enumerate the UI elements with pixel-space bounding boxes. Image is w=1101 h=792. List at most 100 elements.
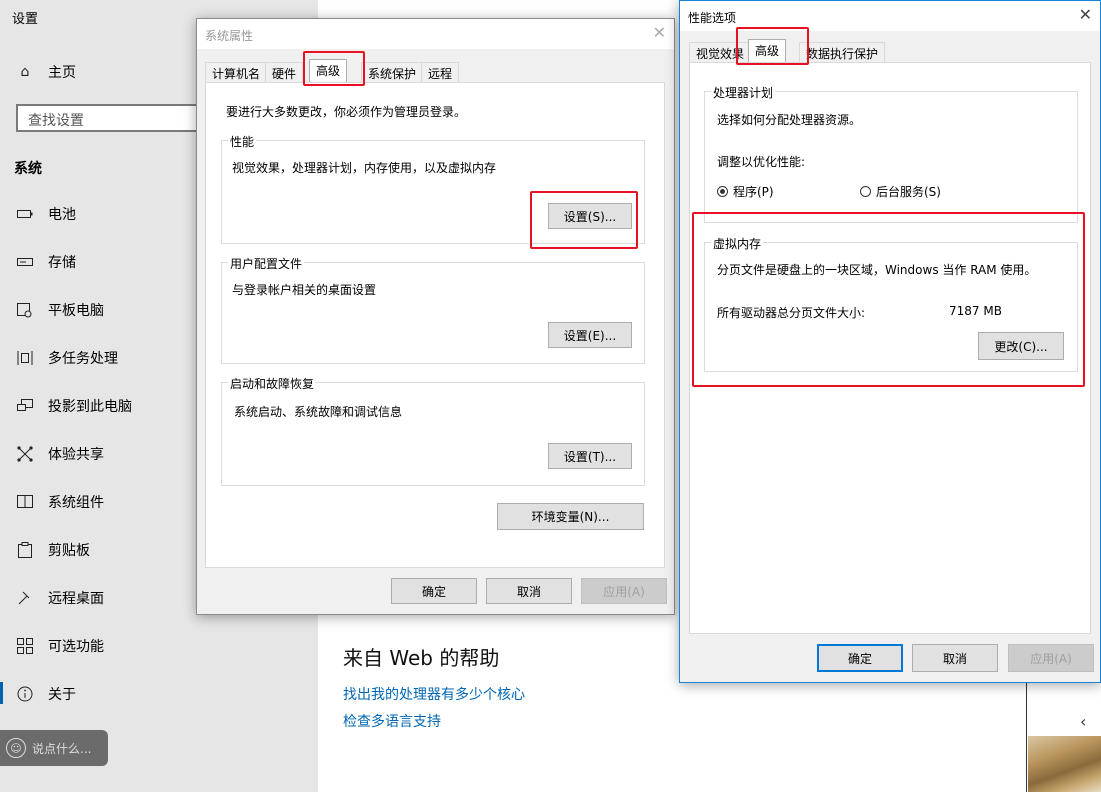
cancel-button[interactable]: 取消 bbox=[912, 644, 998, 672]
close-icon[interactable]: ✕ bbox=[1079, 5, 1092, 24]
radio-selected-icon bbox=[717, 186, 728, 197]
cancel-button[interactable]: 取消 bbox=[486, 578, 572, 604]
nav-item-optional-features[interactable]: 可选功能 bbox=[16, 634, 104, 658]
advanced-panel: 处理器计划 选择如何分配处理器资源。 调整以优化性能: 程序(P) 后台服务(S… bbox=[689, 62, 1091, 634]
nav-item-label: 平板电脑 bbox=[48, 303, 104, 319]
help-link-processor-cores[interactable]: 找出我的处理器有多少个核心 bbox=[343, 684, 525, 704]
help-link-language-support[interactable]: 检查多语言支持 bbox=[343, 711, 441, 731]
nav-item-label: 剪贴板 bbox=[48, 543, 90, 559]
nav-item-label: 可选功能 bbox=[48, 639, 104, 655]
dialog-title: 性能选项 bbox=[688, 11, 737, 25]
multitasking-icon bbox=[16, 349, 34, 367]
tab-advanced[interactable]: 高级 bbox=[309, 59, 348, 82]
nav-section-title: 系统 bbox=[14, 161, 42, 177]
tablet-icon bbox=[16, 301, 34, 319]
background-services-radio[interactable]: 后台服务(S) bbox=[860, 183, 941, 200]
tab-remote[interactable]: 远程 bbox=[421, 62, 460, 82]
vm-desc: 分页文件是硬盘上的一块区域，Windows 当作 RAM 使用。 bbox=[717, 263, 1037, 277]
web-help-title: 来自 Web 的帮助 bbox=[343, 646, 500, 670]
performance-options-dialog: 性能选项 ✕ 视觉效果 高级 数据执行保护 处理器计划 选择如何分配处理器资源。… bbox=[679, 0, 1101, 683]
titlebar: 性能选项 ✕ bbox=[680, 1, 1100, 31]
nav-item-label: 存储 bbox=[48, 255, 76, 271]
user-profiles-group: 用户配置文件 与登录帐户相关的桌面设置 设置(E)... bbox=[221, 255, 645, 364]
apply-button[interactable]: 应用(A) bbox=[581, 578, 667, 604]
remote-desktop-icon bbox=[16, 589, 34, 607]
tab-dep[interactable]: 数据执行保护 bbox=[799, 42, 886, 62]
advanced-panel: 要进行大多数更改，你必须作为管理员登录。 性能 视觉效果，处理器计划，内存使用，… bbox=[205, 82, 665, 568]
nav-active-indicator bbox=[0, 682, 3, 704]
nav-item-system-components[interactable]: 系统组件 bbox=[16, 490, 104, 514]
close-icon[interactable]: ✕ bbox=[653, 23, 666, 42]
group-label: 性能 bbox=[228, 133, 257, 150]
tab-hardware[interactable]: 硬件 bbox=[265, 62, 304, 82]
wallpaper-thumbnail bbox=[1028, 736, 1101, 792]
ok-button[interactable]: 确定 bbox=[391, 578, 477, 604]
tab-system-protection[interactable]: 系统保护 bbox=[361, 62, 424, 82]
change-vm-button[interactable]: 更改(C)... bbox=[978, 332, 1064, 360]
environment-variables-button[interactable]: 环境变量(N)... bbox=[497, 503, 644, 530]
profiles-settings-button[interactable]: 设置(E)... bbox=[548, 322, 632, 348]
nav-item-label: 多任务处理 bbox=[48, 351, 118, 367]
nav-item-storage[interactable]: 存储 bbox=[16, 250, 76, 274]
search-input[interactable]: 查找设置 bbox=[16, 104, 216, 132]
nav-item-about[interactable]: 关于 bbox=[16, 682, 76, 706]
optional-features-icon bbox=[16, 637, 34, 655]
performance-group: 性能 视觉效果，处理器计划，内存使用，以及虚拟内存 设置(S)... bbox=[221, 133, 645, 244]
scheduling-desc: 选择如何分配处理器资源。 bbox=[717, 113, 862, 127]
tab-visual-effects[interactable]: 视觉效果 bbox=[689, 42, 752, 62]
nav-home[interactable]: ⌂ 主页 bbox=[16, 62, 76, 82]
processor-scheduling-group: 处理器计划 选择如何分配处理器资源。 调整以优化性能: 程序(P) 后台服务(S… bbox=[704, 84, 1078, 223]
group-label: 用户配置文件 bbox=[228, 255, 305, 272]
nav-item-label: 投影到此电脑 bbox=[48, 399, 132, 415]
radio-label: 程序(P) bbox=[733, 185, 774, 199]
storage-icon bbox=[16, 253, 34, 271]
adjust-label: 调整以优化性能: bbox=[717, 155, 806, 169]
dialog-title: 系统属性 bbox=[205, 29, 254, 43]
profiles-desc: 与登录帐户相关的桌面设置 bbox=[232, 283, 377, 297]
nav-item-clipboard[interactable]: 剪贴板 bbox=[16, 538, 90, 562]
clipboard-icon bbox=[16, 541, 34, 559]
home-icon: ⌂ bbox=[20, 64, 30, 80]
feedback-chat-pill[interactable]: ☺ 说点什么... bbox=[0, 730, 108, 766]
nav-item-multitasking[interactable]: 多任务处理 bbox=[16, 346, 118, 370]
nav-item-shared-experiences[interactable]: 体验共享 bbox=[16, 442, 104, 466]
group-label: 虚拟内存 bbox=[711, 235, 764, 252]
nav-home-label: 主页 bbox=[48, 65, 76, 81]
ok-button[interactable]: 确定 bbox=[817, 644, 903, 672]
projection-icon bbox=[16, 397, 34, 415]
admin-note: 要进行大多数更改，你必须作为管理员登录。 bbox=[226, 105, 467, 119]
startup-desc: 系统启动、系统故障和调试信息 bbox=[234, 405, 403, 419]
performance-desc: 视觉效果，处理器计划，内存使用，以及虚拟内存 bbox=[232, 161, 497, 175]
nav-item-battery[interactable]: 电池 bbox=[16, 202, 76, 226]
nav-item-label: 电池 bbox=[48, 207, 76, 223]
radio-label: 后台服务(S) bbox=[876, 185, 941, 199]
nav-item-projection[interactable]: 投影到此电脑 bbox=[16, 394, 132, 418]
virtual-memory-group: 虚拟内存 分页文件是硬盘上的一块区域，Windows 当作 RAM 使用。 所有… bbox=[704, 235, 1078, 372]
tab-computer-name[interactable]: 计算机名 bbox=[205, 62, 268, 82]
nav-item-label: 系统组件 bbox=[48, 495, 104, 511]
settings-title: 设置 bbox=[12, 12, 39, 27]
nav-item-tablet[interactable]: 平板电脑 bbox=[16, 298, 104, 322]
shared-experiences-icon bbox=[16, 445, 34, 463]
nav-item-label: 体验共享 bbox=[48, 447, 104, 463]
group-label: 处理器计划 bbox=[711, 84, 776, 101]
battery-icon bbox=[16, 205, 34, 223]
tab-advanced[interactable]: 高级 bbox=[748, 39, 787, 62]
startup-recovery-group: 启动和故障恢复 系统启动、系统故障和调试信息 设置(T)... bbox=[221, 375, 645, 486]
info-icon bbox=[16, 685, 34, 703]
chat-placeholder: 说点什么... bbox=[32, 741, 92, 756]
nav-item-label: 远程桌面 bbox=[48, 591, 104, 607]
titlebar: 系统属性 ✕ bbox=[197, 19, 674, 49]
divider bbox=[1026, 680, 1027, 792]
startup-settings-button[interactable]: 设置(T)... bbox=[548, 443, 632, 469]
apply-button[interactable]: 应用(A) bbox=[1008, 644, 1094, 672]
system-components-icon bbox=[16, 493, 34, 511]
chevron-left-icon[interactable]: ‹ bbox=[1080, 712, 1086, 731]
performance-settings-button[interactable]: 设置(S)... bbox=[548, 203, 632, 229]
smiley-icon: ☺ bbox=[6, 738, 26, 758]
total-paging-label: 所有驱动器总分页文件大小: bbox=[717, 306, 866, 320]
programs-radio[interactable]: 程序(P) bbox=[717, 183, 774, 200]
group-label: 启动和故障恢复 bbox=[228, 375, 317, 392]
nav-item-remote-desktop[interactable]: 远程桌面 bbox=[16, 586, 104, 610]
system-properties-dialog: 系统属性 ✕ 计算机名 硬件 高级 系统保护 远程 要进行大多数更改，你必须作为… bbox=[196, 18, 675, 615]
